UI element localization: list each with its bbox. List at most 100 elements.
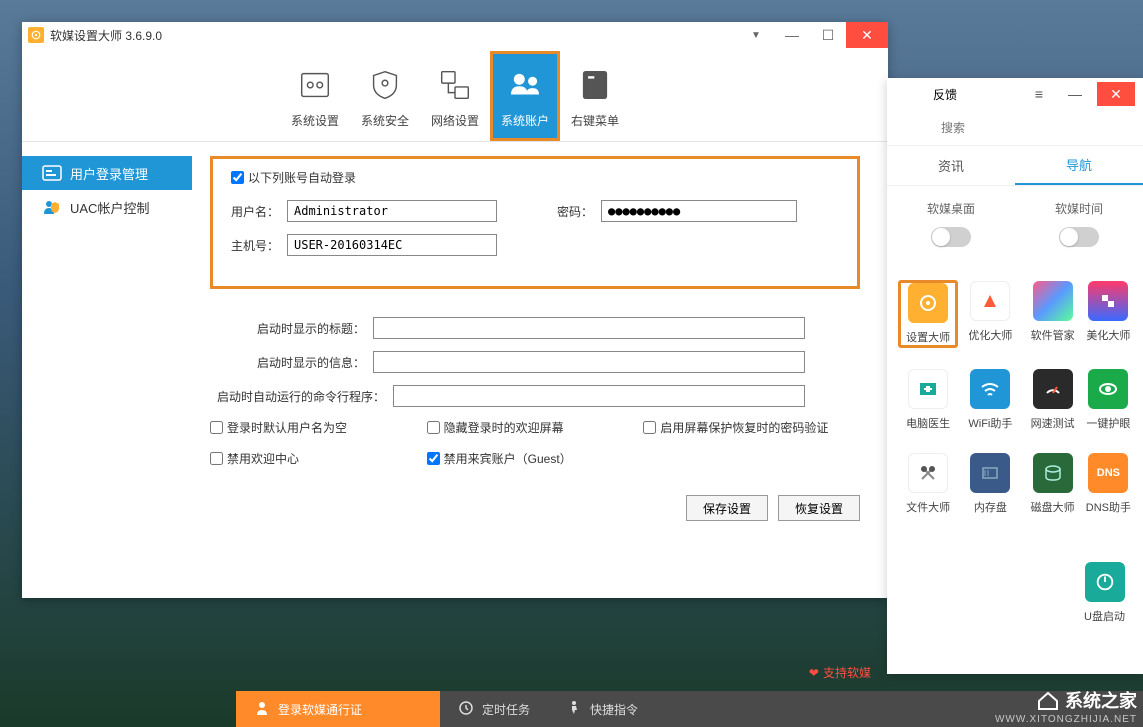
toolbar-label: 右键菜单 (571, 112, 619, 129)
app-label: WiFi助手 (968, 415, 1012, 431)
search-bar (887, 110, 1143, 146)
heart-icon: ❤ (809, 666, 819, 680)
minimize-button[interactable]: — (1061, 82, 1089, 106)
toolbar: 系统设置 系统安全 网络设置 系统账户 右键菜单 (22, 48, 888, 142)
app-label: 一键护眼 (1086, 415, 1130, 431)
user-icon (254, 700, 270, 719)
startup-cmd-input[interactable] (393, 385, 805, 407)
toggle-row: 软媒桌面 软媒时间 (887, 186, 1143, 267)
app-usb-boot[interactable]: U盘启动 (1084, 562, 1125, 624)
toggle-label: 软媒桌面 (927, 200, 975, 217)
dropdown-button[interactable]: ▼ (738, 22, 774, 48)
disable-guest-checkbox[interactable] (427, 452, 440, 465)
hide-welcome-checkbox[interactable] (427, 421, 440, 434)
toolbar-label: 系统账户 (501, 112, 549, 129)
app-label: 文件大师 (906, 499, 950, 515)
quick-commands[interactable]: 快捷指令 (548, 691, 656, 727)
toolbar-system-settings[interactable]: 系统设置 (280, 51, 350, 141)
toolbar-label: 网络设置 (431, 112, 479, 129)
password-input[interactable] (601, 200, 797, 222)
login-passport[interactable]: 登录软媒通行证 (236, 691, 440, 727)
tab-nav[interactable]: 导航 (1015, 146, 1143, 185)
app-label: DNS助手 (1086, 499, 1131, 515)
minimize-button[interactable]: — (774, 22, 810, 48)
search-input[interactable] (941, 116, 1089, 140)
close-button[interactable]: ✕ (1097, 82, 1135, 106)
right-panel-tabs: 资讯 导航 (887, 146, 1143, 186)
tab-news[interactable]: 资讯 (887, 146, 1015, 185)
chk-label: 禁用欢迎中心 (227, 450, 299, 467)
startup-cmd-label: 启动时自动运行的命令行程序： (210, 388, 385, 405)
hostname-label: 主机号： (231, 237, 279, 254)
startup-title-label: 启动时显示的标题： (210, 320, 365, 337)
auto-login-label: 以下列账号自动登录 (248, 169, 356, 186)
chk-label: 登录时默认用户名为空 (227, 419, 347, 436)
app-label: U盘启动 (1084, 608, 1125, 624)
shield-icon (364, 64, 406, 106)
restore-button[interactable]: 恢复设置 (778, 495, 860, 521)
right-panel: 反馈 ≡ — ✕ 资讯 导航 软媒桌面 软媒时间 设置大师 优化大师 软件管家 … (887, 78, 1143, 674)
toggle-label: 软媒时间 (1055, 200, 1103, 217)
app-label: 优化大师 (968, 327, 1012, 343)
right-panel-titlebar: 反馈 ≡ — ✕ (887, 78, 1143, 110)
close-button[interactable]: ✕ (846, 22, 888, 48)
auto-login-checkbox[interactable] (231, 171, 244, 184)
sidebar: 用户登录管理 UAC帐户控制 (22, 142, 192, 598)
username-label: 用户名： (231, 203, 279, 220)
app-pc-doctor[interactable]: 电脑医生 (899, 369, 957, 431)
gears-icon (294, 64, 336, 106)
save-button[interactable]: 保存设置 (686, 495, 768, 521)
app-icon (28, 27, 44, 43)
toolbar-label: 系统设置 (291, 112, 339, 129)
maximize-button[interactable]: ☐ (810, 22, 846, 48)
app-label: 电脑医生 (906, 415, 950, 431)
sidebar-item-login-management[interactable]: 用户登录管理 (22, 156, 192, 190)
disable-welcome-checkbox[interactable] (210, 452, 223, 465)
chk-label: 启用屏幕保护恢复时的密码验证 (660, 419, 828, 436)
app-file-master[interactable]: 文件大师 (899, 453, 957, 515)
content-panel: 以下列账号自动登录 用户名： 密码： 主机号： 启动时显示的标题： 启动时显 (192, 142, 888, 598)
network-icon (434, 64, 476, 106)
app-eye-protect[interactable]: 一键护眼 (1086, 369, 1131, 431)
titlebar: 软媒设置大师 3.6.9.0 ▼ — ☐ ✕ (22, 22, 888, 48)
auto-login-section: 以下列账号自动登录 用户名： 密码： 主机号： (210, 156, 860, 289)
hostname-input[interactable] (287, 234, 497, 256)
username-input[interactable] (287, 200, 497, 222)
app-speed-test[interactable]: 网速测试 (1024, 369, 1082, 431)
window-title: 软媒设置大师 3.6.9.0 (50, 27, 738, 44)
right-panel-title: 反馈 (895, 86, 957, 103)
app-beautify-master[interactable]: 美化大师 (1086, 281, 1131, 347)
toolbar-system-security[interactable]: 系统安全 (350, 51, 420, 141)
startup-info-label: 启动时显示的信息： (210, 354, 365, 371)
desktop-toggle[interactable] (931, 227, 971, 247)
app-software-manager[interactable]: 软件管家 (1024, 281, 1082, 347)
app-settings-master[interactable]: 设置大师 (899, 281, 957, 347)
watermark-cn: 系统之家 (1035, 687, 1137, 713)
chk-label: 隐藏登录时的欢迎屏幕 (444, 419, 564, 436)
app-label: 软件管家 (1031, 327, 1075, 343)
startup-info-input[interactable] (373, 351, 805, 373)
toolbar-network-settings[interactable]: 网络设置 (420, 51, 490, 141)
app-wifi-helper[interactable]: WiFi助手 (961, 369, 1019, 431)
scheduled-tasks[interactable]: 定时任务 (440, 691, 548, 727)
menu-icon (574, 64, 616, 106)
app-optimize-master[interactable]: 优化大师 (961, 281, 1019, 347)
app-dns-helper[interactable]: DNSDNS助手 (1086, 453, 1131, 515)
support-link[interactable]: ❤ 支持软媒 (809, 664, 871, 681)
login-icon (42, 164, 62, 182)
watermark-en: WWW.XITONGZHIJIA.NET (995, 714, 1137, 725)
toolbar-label: 系统安全 (361, 112, 409, 129)
users-icon (504, 64, 546, 106)
sidebar-item-uac[interactable]: UAC帐户控制 (22, 190, 192, 224)
time-toggle[interactable] (1059, 227, 1099, 247)
startup-title-input[interactable] (373, 317, 805, 339)
blank-user-checkbox[interactable] (210, 421, 223, 434)
toolbar-system-account[interactable]: 系统账户 (490, 51, 560, 141)
app-disk-master[interactable]: 磁盘大师 (1024, 453, 1082, 515)
menu-button[interactable]: ≡ (1025, 82, 1053, 106)
toolbar-context-menu[interactable]: 右键菜单 (560, 51, 630, 141)
app-ramdisk[interactable]: 内存盘 (961, 453, 1019, 515)
body: 用户登录管理 UAC帐户控制 以下列账号自动登录 用户名： 密码： (22, 142, 888, 598)
app-label: 内存盘 (974, 499, 1007, 515)
screensaver-pwd-checkbox[interactable] (643, 421, 656, 434)
